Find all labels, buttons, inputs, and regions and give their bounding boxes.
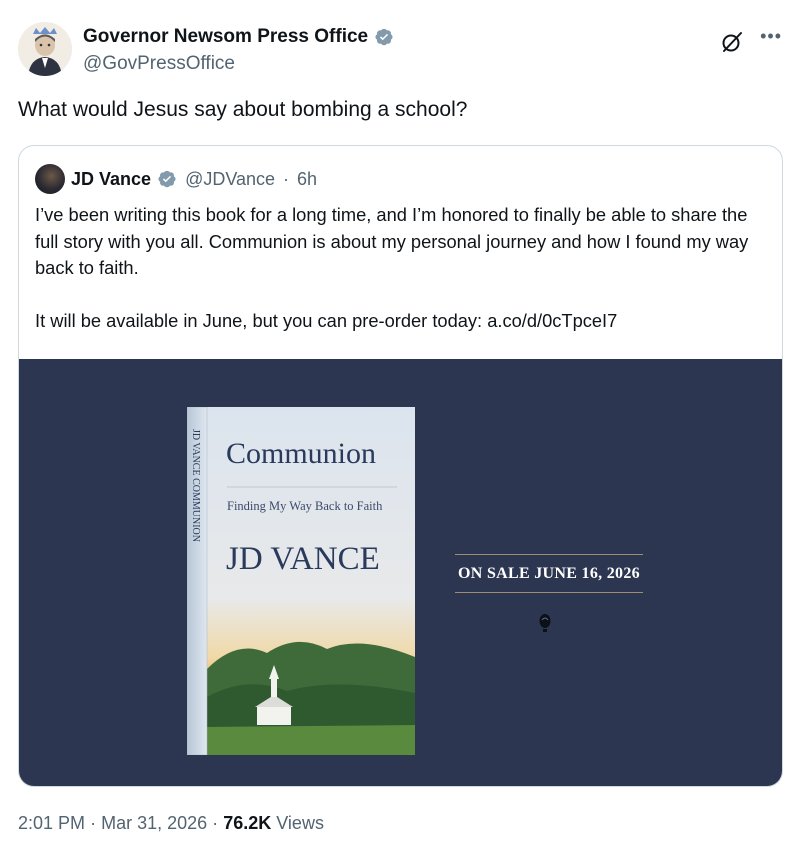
more-icon[interactable]: ••• <box>760 26 782 47</box>
quoted-media-image[interactable]: Communion Finding My Way Back to Faith J… <box>19 359 782 786</box>
book-spine-text: JD VANCE COMMUNION <box>190 429 201 542</box>
views-count: 76.2K <box>223 813 272 833</box>
footer-separator: · <box>212 813 219 833</box>
quoted-display-name[interactable]: JD Vance <box>71 169 151 190</box>
book-title: Communion <box>226 437 376 470</box>
post-time[interactable]: 2:01 PM <box>18 813 85 833</box>
views-label: Views <box>276 813 324 833</box>
footer-separator: · <box>90 813 97 833</box>
quoted-text: I’ve been writing this book for a long t… <box>35 202 770 334</box>
tweet-header: Governor Newsom Press Office @GovPressOf… <box>18 22 782 78</box>
book-cover: Communion Finding My Way Back to Faith J… <box>187 407 415 755</box>
author-display-name[interactable]: Governor Newsom Press Office <box>83 26 368 48</box>
author-avatar[interactable] <box>18 22 72 76</box>
book-author: JD VANCE <box>226 541 380 577</box>
grok-icon[interactable] <box>720 30 744 54</box>
verified-badge-icon <box>375 28 393 46</box>
quoted-tweet-card[interactable]: JD Vance @JDVance · 6h I’ve been writing… <box>18 145 783 787</box>
tweet-footer: 2:01 PM · Mar 31, 2026 · 76.2K Views <box>18 813 324 834</box>
author-handle[interactable]: @GovPressOffice <box>83 53 235 75</box>
on-sale-text: ON SALE JUNE 16, 2026 <box>458 565 640 582</box>
on-sale-banner: ON SALE JUNE 16, 2026 <box>455 554 643 593</box>
quoted-paragraph-1: I’ve been writing this book for a long t… <box>35 204 749 278</box>
quoted-paragraph-2: It will be available in June, but you ca… <box>35 309 618 331</box>
publisher-logo-icon <box>539 614 551 632</box>
quoted-handle[interactable]: @JDVance <box>185 169 275 190</box>
author-name-row: Governor Newsom Press Office <box>83 26 394 48</box>
divider <box>455 592 643 593</box>
quoted-header: JD Vance @JDVance · 6h <box>35 164 317 194</box>
meta-separator: · <box>283 168 290 189</box>
quoted-time[interactable]: 6h <box>297 169 317 190</box>
quoted-author-avatar[interactable] <box>35 164 65 194</box>
verified-badge-icon <box>158 170 176 188</box>
book-subtitle: Finding My Way Back to Faith <box>227 499 383 513</box>
post-date[interactable]: Mar 31, 2026 <box>101 813 207 833</box>
tweet-text: What would Jesus say about bombing a sch… <box>18 98 468 121</box>
